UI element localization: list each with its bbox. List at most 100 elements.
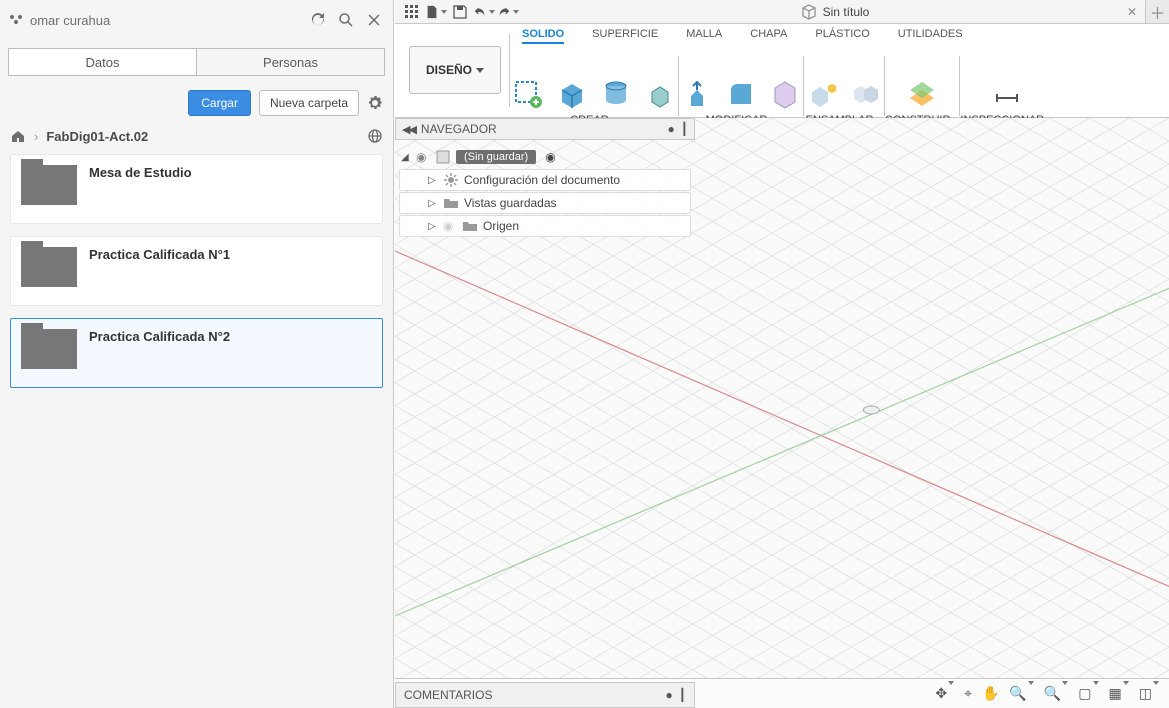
look-at-tool[interactable]: ⌖: [964, 685, 972, 702]
create-box-tool[interactable]: [554, 76, 590, 112]
create-cylinder-tool[interactable]: [598, 76, 634, 112]
model-canvas[interactable]: ◀◀ NAVEGADOR ● ┃ ◢ ◉ (Sin guardar) ◉ ▷ C…: [395, 118, 1169, 678]
ribbon-tab-plastic[interactable]: PLÁSTICO: [815, 28, 869, 44]
main-area: Sin título ✕ ＋ DISEÑO SOLIDO SUPERFICIE …: [395, 0, 1169, 708]
node-label: Configuración del documento: [464, 173, 620, 187]
folder-icon: [462, 218, 478, 234]
upload-button[interactable]: Cargar: [188, 90, 251, 116]
close-panel-button[interactable]: [363, 9, 385, 31]
apps-grid-button[interactable]: [401, 2, 423, 22]
team-icon: [8, 12, 24, 28]
document-tab-strip: Sin título ✕: [525, 4, 1145, 20]
ribbon: DISEÑO SOLIDO SUPERFICIE MALLA CHAPA PLÁ…: [395, 24, 1169, 118]
browser-title: NAVEGADOR: [421, 122, 497, 136]
add-comment-icon[interactable]: ●: [666, 688, 673, 702]
assemble-joint-tool[interactable]: [848, 76, 884, 112]
browser-node-views[interactable]: ▷ Vistas guardadas: [399, 192, 691, 214]
panel-settings-icon[interactable]: [367, 95, 383, 111]
tab-close-button[interactable]: ✕: [1123, 5, 1141, 19]
folder-icon: [443, 195, 459, 211]
fit-tool[interactable]: 🔍: [1044, 685, 1068, 702]
assemble-new-tool[interactable]: [804, 76, 840, 112]
grid-display-tool[interactable]: ▦: [1109, 685, 1129, 702]
ribbon-tab-utilities[interactable]: UTILIDADES: [898, 28, 963, 44]
new-file-button[interactable]: [425, 2, 447, 22]
visibility-icon[interactable]: ◉: [416, 150, 430, 164]
undo-button[interactable]: [473, 2, 495, 22]
view-navigation-toolbar: ✥ ⌖ ✋ 🔍 🔍 ▢ ▦ ◫: [935, 680, 1159, 706]
construct-plane-tool[interactable]: [904, 76, 940, 112]
browser-root-node[interactable]: ◢ ◉ (Sin guardar) ◉: [395, 146, 695, 168]
modify-press-tool[interactable]: [679, 76, 715, 112]
comments-pin-icon[interactable]: ┃: [679, 688, 686, 702]
quick-access-toolbar: Sin título ✕ ＋: [395, 0, 1169, 24]
folder-name: Practica Calificada N°2: [89, 327, 230, 344]
tab-data[interactable]: Datos: [8, 48, 196, 76]
tab-people[interactable]: Personas: [196, 48, 385, 76]
expand-icon[interactable]: ◢: [401, 152, 411, 163]
panel-actions: Cargar Nueva carpeta: [0, 84, 393, 122]
browser-node-config[interactable]: ▷ Configuración del documento: [399, 169, 691, 191]
refresh-button[interactable]: [307, 9, 329, 31]
ribbon-tab-sheet[interactable]: CHAPA: [750, 28, 787, 44]
modify-shell-tool[interactable]: [767, 76, 803, 112]
folder-list: Mesa de Estudio Practica Calificada N°1 …: [0, 150, 393, 404]
browser-panel: ◀◀ NAVEGADOR ● ┃ ◢ ◉ (Sin guardar) ◉ ▷ C…: [395, 118, 695, 244]
cube-icon: [801, 4, 817, 20]
expand-icon[interactable]: ▷: [428, 221, 438, 232]
browser-options-icon[interactable]: ●: [668, 122, 675, 136]
ribbon-tab-solid[interactable]: SOLIDO: [522, 28, 564, 44]
new-folder-button[interactable]: Nueva carpeta: [259, 90, 359, 116]
node-label: Origen: [483, 219, 519, 233]
folder-item[interactable]: Practica Calificada N°2: [10, 318, 383, 388]
save-button[interactable]: [449, 2, 471, 22]
gear-icon: [443, 172, 459, 188]
node-label: Vistas guardadas: [464, 196, 557, 210]
search-button[interactable]: [335, 9, 357, 31]
inspect-measure-tool[interactable]: [989, 76, 1025, 112]
redo-button[interactable]: [497, 2, 519, 22]
modify-fillet-tool[interactable]: [723, 76, 759, 112]
expand-icon[interactable]: ▷: [428, 198, 438, 209]
folder-name: Mesa de Estudio: [89, 163, 192, 180]
document-title: Sin título: [823, 5, 870, 19]
collapse-icon[interactable]: ◀◀: [402, 123, 415, 136]
display-style-tool[interactable]: ▢: [1078, 685, 1098, 702]
active-component-icon[interactable]: ◉: [545, 150, 555, 164]
globe-icon[interactable]: [367, 128, 383, 144]
user-bar: omar curahua: [0, 0, 393, 40]
browser-node-origin[interactable]: ▷ ◉ Origen: [399, 215, 691, 237]
visibility-off-icon[interactable]: ◉: [443, 219, 457, 233]
ribbon-tab-mesh[interactable]: MALLA: [686, 28, 722, 44]
create-sketch-tool[interactable]: [510, 76, 546, 112]
folder-icon: [21, 165, 77, 205]
home-icon[interactable]: [10, 128, 26, 144]
breadcrumb-project[interactable]: FabDig01-Act.02: [46, 129, 148, 144]
breadcrumb: › FabDig01-Act.02: [0, 122, 393, 150]
comments-title: COMENTARIOS: [404, 688, 492, 702]
zoom-tool[interactable]: 🔍: [1009, 685, 1033, 702]
browser-pin-icon[interactable]: ┃: [681, 122, 688, 136]
folder-item[interactable]: Mesa de Estudio: [10, 154, 383, 224]
comments-bar[interactable]: COMENTARIOS ● ┃: [395, 682, 695, 708]
document-icon: [435, 149, 451, 165]
orbit-tool[interactable]: ✥: [935, 685, 954, 702]
pan-tool[interactable]: ✋: [982, 685, 999, 702]
root-label: (Sin guardar): [456, 150, 536, 164]
folder-icon: [21, 329, 77, 369]
viewport-layout-tool[interactable]: ◫: [1139, 685, 1159, 702]
ribbon-tab-surface[interactable]: SUPERFICIE: [592, 28, 658, 44]
expand-icon[interactable]: ▷: [428, 175, 438, 186]
data-panel: omar curahua Datos Personas Cargar Nueva…: [0, 0, 394, 708]
username-label: omar curahua: [30, 13, 301, 28]
document-tab[interactable]: Sin título: [773, 4, 898, 20]
browser-header[interactable]: ◀◀ NAVEGADOR ● ┃: [395, 118, 695, 140]
canvas-footer: COMENTARIOS ● ┃ ✥ ⌖ ✋ 🔍 🔍 ▢ ▦ ◫: [395, 678, 1169, 708]
folder-item[interactable]: Practica Calificada N°1: [10, 236, 383, 306]
new-tab-button[interactable]: ＋: [1145, 0, 1169, 23]
folder-name: Practica Calificada N°1: [89, 245, 230, 262]
chevron-right-icon: ›: [34, 129, 38, 144]
create-extrude-tool[interactable]: [642, 76, 678, 112]
panel-tabs: Datos Personas: [0, 40, 393, 84]
workspace-switcher[interactable]: DISEÑO: [409, 46, 501, 94]
